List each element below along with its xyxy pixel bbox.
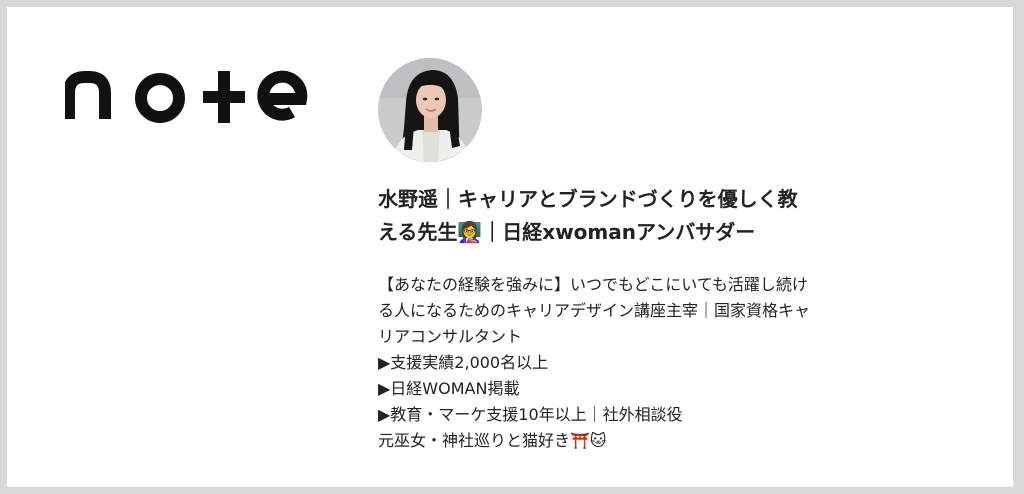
bio-line: リアコンサルタント (378, 327, 523, 346)
bio-line: ▶教育・マーケ支援10年以上｜社外相談役 (378, 405, 683, 424)
profile-name-line: 水野遥｜キャリアとブランドづくりを優しく教 (378, 187, 798, 211)
avatar-image (378, 58, 482, 162)
avatar[interactable] (378, 58, 482, 162)
note-logo[interactable]: note (65, 63, 315, 133)
bio-line: る人になるためのキャリアデザイン講座主宰｜国家資格キャ (378, 301, 811, 320)
bio-line: 元巫女・神社巡りと猫好き⛩️🐱 (378, 431, 607, 450)
bio-line: ▶日経WOMAN掲載 (378, 379, 520, 398)
profile-bio: 【あなたの経験を強みに】いつでもどこにいても活躍し続け る人になるためのキャリア… (378, 272, 908, 454)
profile-card: note (7, 7, 1013, 487)
bio-line: 【あなたの経験を強みに】いつでもどこにいても活躍し続け (378, 275, 808, 294)
bio-line: ▶支援実績2,000名以上 (378, 353, 549, 372)
profile-name: 水野遥｜キャリアとブランドづくりを優しく教 える先生👩‍🏫｜日経xwomanアン… (378, 183, 898, 249)
profile-name-line: える先生👩‍🏫｜日経xwomanアンバサダー (378, 220, 756, 244)
